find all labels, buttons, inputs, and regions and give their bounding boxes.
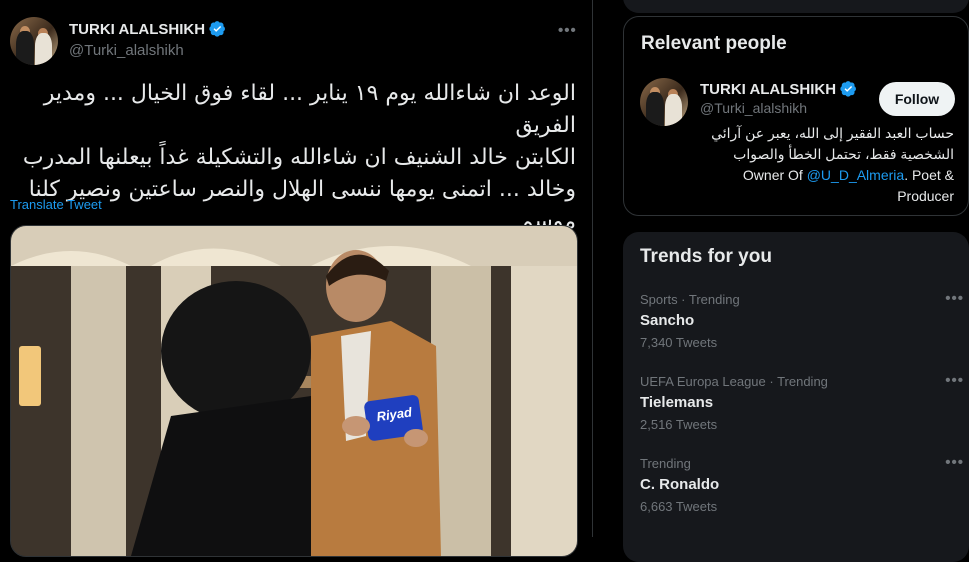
trend-item[interactable]: Trending C. Ronaldo 6,663 Tweets ••• <box>640 454 963 514</box>
bio-line-4: Producer <box>897 188 954 204</box>
trend-item[interactable]: UEFA Europa League · Trending Tielemans … <box>640 372 963 432</box>
trends-card: Trends for you Sports · Trending Sancho … <box>623 232 969 562</box>
trend-more-icon[interactable]: ••• <box>945 454 964 471</box>
bio-mention-link[interactable]: @U_D_Almeria <box>807 167 904 183</box>
trend-count: 7,340 Tweets <box>640 335 718 350</box>
bio-line-3: Owner Of @U_D_Almeria. Poet & <box>742 167 954 183</box>
trend-more-icon[interactable]: ••• <box>945 290 964 307</box>
verified-badge-icon <box>209 21 226 37</box>
trend-meta: UEFA Europa League · Trending <box>640 374 828 389</box>
tweet-media[interactable]: Riyad <box>10 225 578 557</box>
sidebar-top-card <box>623 0 969 13</box>
more-icon[interactable]: ••• <box>558 22 577 39</box>
trend-meta: Trending <box>640 456 691 471</box>
author-avatar[interactable] <box>10 17 58 65</box>
sidebar: Relevant people TURKI ALALSHIKH @Turki_a… <box>593 0 969 562</box>
relevant-people-title: Relevant people <box>641 33 787 54</box>
trend-more-icon[interactable]: ••• <box>945 372 964 389</box>
media-image: Riyad <box>11 226 577 556</box>
translate-tweet-link[interactable]: Translate Tweet <box>10 197 102 212</box>
person-avatar[interactable] <box>640 78 688 126</box>
trend-name: Tielemans <box>640 394 714 411</box>
bio-line-1: حساب العبد الفقير إلى الله، يعبر عن آرائ… <box>711 125 954 141</box>
trend-name: C. Ronaldo <box>640 476 720 493</box>
trend-count: 2,516 Tweets <box>640 417 718 432</box>
author-handle[interactable]: @Turki_alalshikh <box>69 42 184 59</box>
verified-badge-icon <box>840 81 857 97</box>
trend-count: 6,663 Tweets <box>640 499 718 514</box>
trend-name: Sancho <box>640 312 695 329</box>
bio-line-2: الشخصية فقط، تحتمل الخطأ والصواب <box>733 146 954 162</box>
person-bio: حساب العبد الفقير إلى الله، يعبر عن آرائ… <box>711 123 954 207</box>
trend-meta: Sports · Trending <box>640 292 740 307</box>
trend-item[interactable]: Sports · Trending Sancho 7,340 Tweets ••… <box>640 290 963 350</box>
follow-button[interactable]: Follow <box>879 82 955 116</box>
trends-title: Trends for you <box>640 246 772 267</box>
person-handle[interactable]: @Turki_alalshikh <box>700 100 807 116</box>
person-name[interactable]: TURKI ALALSHIKH <box>700 80 857 98</box>
relevant-people-card: Relevant people TURKI ALALSHIKH @Turki_a… <box>623 16 969 216</box>
tweet-column: TURKI ALALSHIKH @Turki_alalshikh ••• الو… <box>0 0 592 557</box>
author-name[interactable]: TURKI ALALSHIKH <box>69 20 226 38</box>
